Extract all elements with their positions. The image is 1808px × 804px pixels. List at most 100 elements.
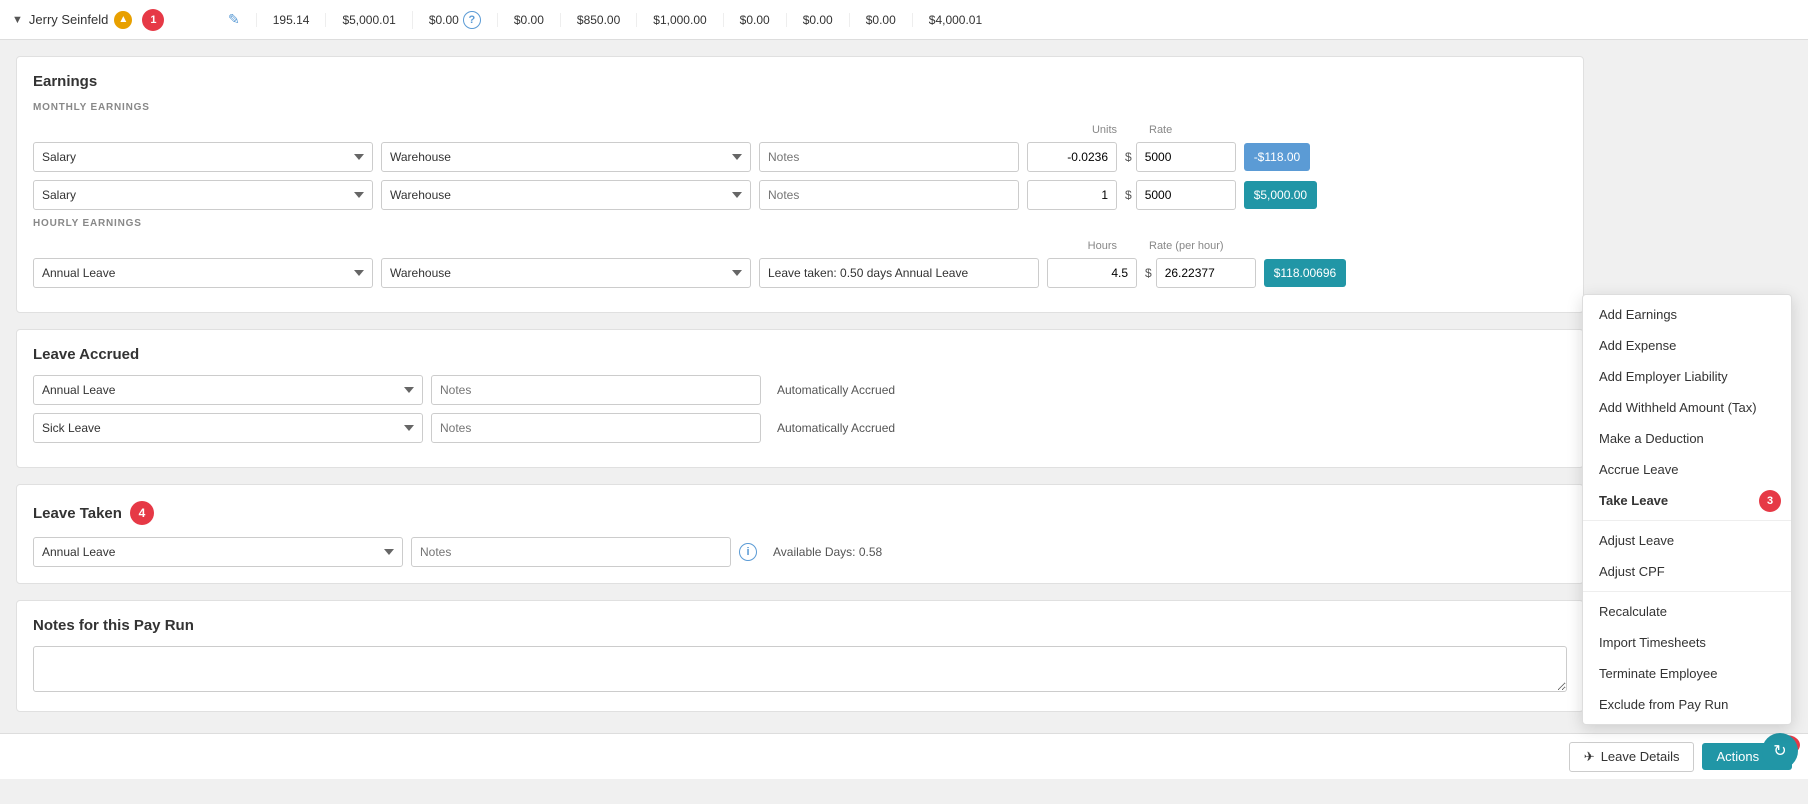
dropdown-accrue-leave[interactable]: Accrue Leave: [1583, 454, 1791, 485]
top-val-7: $0.00: [786, 13, 849, 27]
top-val-4: $850.00: [560, 13, 636, 27]
refresh-icon[interactable]: ↻: [1762, 733, 1798, 769]
leave-accrued-title: Leave Accrued: [33, 346, 1567, 363]
notes-payrun-title: Notes for this Pay Run: [33, 617, 1567, 634]
notes-input-2[interactable]: [759, 180, 1019, 210]
notes-payrun-section: Notes for this Pay Run: [16, 600, 1584, 712]
monthly-row-1: Salary Warehouse $ -$118.00: [33, 142, 1567, 172]
top-bar: ▼ Jerry Seinfeld ▲ 1 ✎ 195.14 $5,000.01 …: [0, 0, 1808, 40]
plane-icon: ✈: [1584, 749, 1595, 765]
dropdown-divider-1: [1583, 520, 1791, 521]
notes-input-h1[interactable]: [759, 258, 1039, 288]
warehouse-select-1[interactable]: Warehouse: [381, 142, 751, 172]
leave-details-label: Leave Details: [1601, 749, 1680, 764]
rate-group-h1: $: [1145, 258, 1256, 288]
top-val-1: $5,000.01: [325, 13, 411, 27]
accrued-type-1[interactable]: Annual Leave: [33, 375, 423, 405]
dropdown-divider-2: [1583, 591, 1791, 592]
actions-label: Actions: [1716, 749, 1759, 764]
units-input-1[interactable]: [1027, 142, 1117, 172]
dollar-sign-h1: $: [1145, 266, 1152, 280]
rate-per-hour-header: Rate (per hour): [1149, 237, 1249, 252]
accrued-notes-2[interactable]: [431, 413, 761, 443]
accrued-row-2: Sick Leave Automatically Accrued: [33, 413, 1567, 443]
top-values: 195.14 $5,000.01 $0.00 ? $0.00 $850.00 $…: [256, 11, 1796, 29]
leave-accrued-section: Leave Accrued Annual Leave Automatically…: [16, 329, 1584, 468]
salary-select-2[interactable]: Salary: [33, 180, 373, 210]
value-btn-2[interactable]: $5,000.00: [1244, 181, 1317, 209]
hourly-header-row: Hours Rate (per hour): [33, 237, 1567, 252]
main-content: Earnings MONTHLY EARNINGS Units Rate Sal…: [0, 40, 1600, 804]
leave-details-button[interactable]: ✈ Leave Details: [1569, 742, 1695, 772]
dropdown-add-employer-liability[interactable]: Add Employer Liability: [1583, 361, 1791, 392]
bottom-bar: ✈ Leave Details Actions ▼ 2: [0, 733, 1808, 779]
info-icon-leave[interactable]: i: [739, 543, 757, 561]
accrued-row-1: Annual Leave Automatically Accrued: [33, 375, 1567, 405]
rate-input-2[interactable]: [1136, 180, 1236, 210]
top-val-6: $0.00: [723, 13, 786, 27]
warehouse-select-h1[interactable]: Warehouse: [381, 258, 751, 288]
annual-leave-select[interactable]: Annual Leave: [33, 258, 373, 288]
dropdown-recalculate[interactable]: Recalculate: [1583, 596, 1791, 627]
notes-payrun-input[interactable]: [33, 646, 1567, 692]
dollar-sign-1: $: [1125, 150, 1132, 164]
monthly-earnings-label: MONTHLY EARNINGS: [33, 102, 1567, 113]
step-badge-3: 3: [1759, 490, 1781, 512]
dropdown-add-earnings[interactable]: Add Earnings: [1583, 299, 1791, 330]
actions-dropdown: Add Earnings Add Expense Add Employer Li…: [1582, 294, 1792, 725]
leave-taken-type-1[interactable]: Annual Leave: [33, 537, 403, 567]
value-btn-1[interactable]: -$118.00: [1244, 143, 1310, 171]
units-input-h1[interactable]: [1047, 258, 1137, 288]
top-val-2: $0.00 ?: [412, 11, 497, 29]
info-icon-topbar[interactable]: ?: [463, 11, 481, 29]
rate-header: Rate: [1149, 121, 1249, 136]
leave-taken-section: Leave Taken 4 Annual Leave i Available D…: [16, 484, 1584, 584]
dollar-sign-2: $: [1125, 188, 1132, 202]
dropdown-terminate-employee[interactable]: Terminate Employee: [1583, 658, 1791, 689]
earnings-section: Earnings MONTHLY EARNINGS Units Rate Sal…: [16, 56, 1584, 313]
top-val-9: $4,000.01: [912, 13, 998, 27]
rate-group-2: $: [1125, 180, 1236, 210]
salary-select-1[interactable]: Salary: [33, 142, 373, 172]
dropdown-make-deduction[interactable]: Make a Deduction: [1583, 423, 1791, 454]
dropdown-adjust-leave[interactable]: Adjust Leave: [1583, 525, 1791, 556]
earnings-title: Earnings: [33, 73, 1567, 90]
dropdown-add-expense[interactable]: Add Expense: [1583, 330, 1791, 361]
hourly-row-1: Annual Leave Warehouse $ $118.00696: [33, 258, 1567, 288]
hours-header: Hours: [1027, 237, 1117, 252]
units-input-2[interactable]: [1027, 180, 1117, 210]
leave-taken-notes-1[interactable]: [411, 537, 731, 567]
value-btn-h1[interactable]: $118.00696: [1264, 259, 1347, 287]
alert-icon: ▲: [114, 11, 132, 29]
top-val-8: $0.00: [849, 13, 912, 27]
accrued-notes-1[interactable]: [431, 375, 761, 405]
auto-accrued-2: Automatically Accrued: [777, 421, 895, 435]
step-badge-4: 4: [130, 501, 154, 525]
dropdown-adjust-cpf[interactable]: Adjust CPF: [1583, 556, 1791, 587]
rate-input-h1[interactable]: [1156, 258, 1256, 288]
employee-name: Jerry Seinfeld: [29, 12, 108, 27]
dropdown-import-timesheets[interactable]: Import Timesheets: [1583, 627, 1791, 658]
notes-input-1[interactable]: [759, 142, 1019, 172]
units-header: Units: [1027, 121, 1117, 136]
top-val-0: 195.14: [256, 13, 326, 27]
monthly-row-2: Salary Warehouse $ $5,000.00: [33, 180, 1567, 210]
chevron-down-icon[interactable]: ▼: [12, 14, 23, 26]
dropdown-add-withheld[interactable]: Add Withheld Amount (Tax): [1583, 392, 1791, 423]
top-val-3: $0.00: [497, 13, 560, 27]
edit-icon[interactable]: ✎: [228, 11, 240, 28]
dropdown-take-leave[interactable]: Take Leave 3: [1583, 485, 1791, 516]
available-days-1: Available Days: 0.58: [773, 545, 882, 559]
top-val-5: $1,000.00: [636, 13, 722, 27]
dropdown-exclude-payrun[interactable]: Exclude from Pay Run: [1583, 689, 1791, 720]
auto-accrued-1: Automatically Accrued: [777, 383, 895, 397]
monthly-header-row: Units Rate: [33, 121, 1567, 136]
leave-taken-title: Leave Taken: [33, 505, 122, 522]
accrued-type-2[interactable]: Sick Leave: [33, 413, 423, 443]
step-badge-1: 1: [142, 9, 164, 31]
rate-group-1: $: [1125, 142, 1236, 172]
warehouse-select-2[interactable]: Warehouse: [381, 180, 751, 210]
hourly-earnings-label: HOURLY EARNINGS: [33, 218, 1567, 229]
rate-input-1[interactable]: [1136, 142, 1236, 172]
leave-taken-row-1: Annual Leave i Available Days: 0.58: [33, 537, 1567, 567]
